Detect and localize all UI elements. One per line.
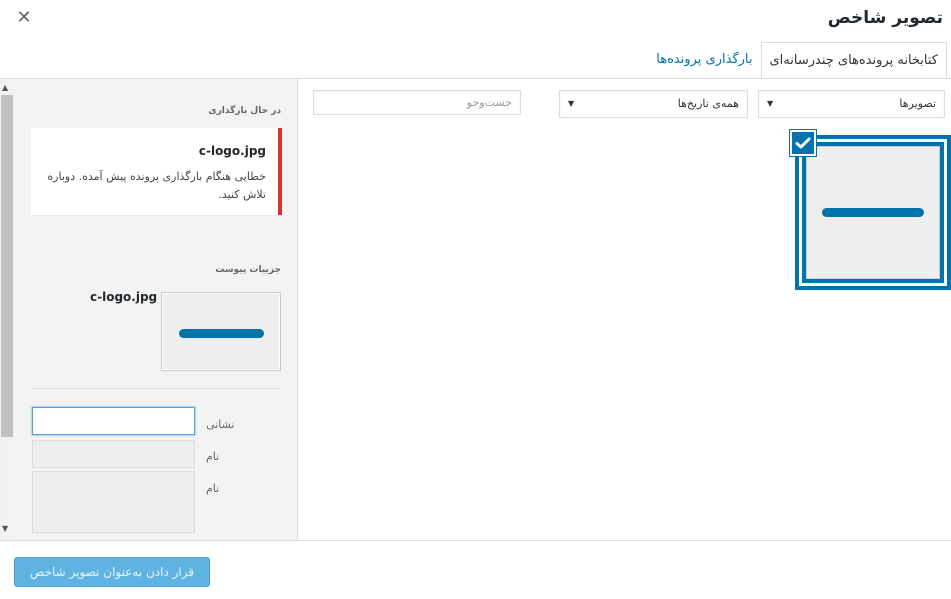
name-field[interactable] [32,440,195,468]
attachment-sidebar: ▲ ▼ در حال بارگذاری c-logo.jpg خطایی هنگ… [0,79,298,540]
uploading-heading: در حال بارگذاری [208,106,281,116]
scroll-thumb[interactable] [1,95,13,437]
tab-media-library[interactable]: کتابخانه پرونده‌های چندرسانه‌ای [760,42,947,79]
attachment-filename: c-logo.jpg [90,290,158,304]
scroll-down-icon[interactable]: ▼ [2,524,8,533]
scroll-up-icon[interactable]: ▲ [2,83,8,92]
date-filter-select-value: همه‌ی تاریخ‌ها [677,97,739,110]
details-divider [31,388,281,389]
thumbnail-logo-bar [822,208,924,217]
url-field[interactable] [32,407,195,435]
description-label: نام [206,482,220,495]
upload-error-message: خطایی هنگام بارگذاری پرونده پیش آمده. دو… [47,170,266,201]
media-toolbar: قرار دادن به‌عنوان تصویر شاخص [0,540,951,599]
media-type-select[interactable]: تصویرها ▼ [758,90,945,118]
search-input[interactable] [313,90,521,115]
tab-upload-files[interactable]: بارگذاری پرونده‌ها [648,42,760,79]
thumbnail-logo-bar [179,329,264,338]
upload-error-filename: c-logo.jpg [198,144,266,158]
modal-title: تصویر شاخص [827,8,943,28]
description-textarea[interactable] [32,471,195,533]
chevron-down-icon: ▼ [568,99,575,108]
selected-check-button[interactable] [790,130,816,156]
chevron-down-icon: ▼ [767,99,774,108]
attachment-detail-thumbnail [161,292,281,371]
attachment-item-selected[interactable] [795,135,951,290]
sidebar-scrollbar[interactable]: ▲ ▼ [0,79,14,540]
upload-error-card: c-logo.jpg خطایی هنگام بارگذاری پرونده پ… [31,128,282,215]
name-label: نام [206,450,220,463]
attachment-details-heading: جزییات پیوست [215,265,281,275]
checkmark-icon [795,137,811,149]
modal-header: ✕ تصویر شاخص [0,0,951,40]
media-type-select-value: تصویرها [899,97,936,110]
tab-bar: بارگذاری پرونده‌ها کتابخانه پرونده‌های چ… [648,42,951,79]
set-featured-image-button[interactable]: قرار دادن به‌عنوان تصویر شاخص [14,557,210,587]
url-label: نشانی [206,418,235,431]
close-icon[interactable]: ✕ [12,6,36,30]
date-filter-select[interactable]: همه‌ی تاریخ‌ها ▼ [559,90,748,118]
